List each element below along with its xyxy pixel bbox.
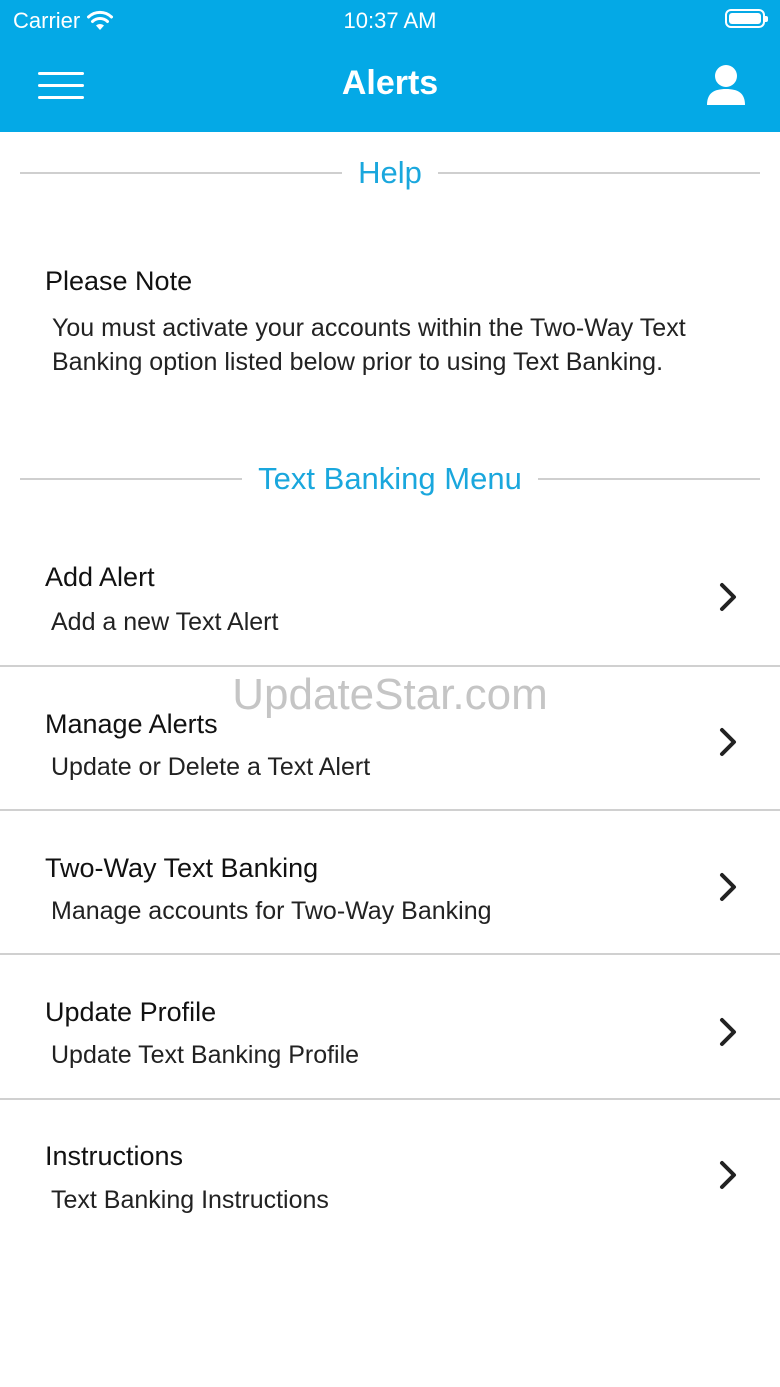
help-header-label: Help xyxy=(358,155,422,190)
menu-item-update-profile[interactable]: Update Profile Update Text Banking Profi… xyxy=(0,955,780,1100)
help-section-header: Help xyxy=(20,155,761,191)
divider xyxy=(537,478,760,480)
item-subtitle: Add a new Text Alert xyxy=(51,608,279,636)
item-subtitle: Manage accounts for Two-Way Banking xyxy=(51,897,492,925)
item-title: Add Alert xyxy=(45,562,155,592)
chevron-right-icon xyxy=(720,873,736,901)
status-bar: Carrier 10:37 AM xyxy=(0,0,780,42)
text-banking-menu: Add Alert Add a new Text Alert Manage Al… xyxy=(0,522,780,1245)
item-subtitle: Text Banking Instructions xyxy=(51,1186,329,1214)
menu-item-instructions[interactable]: Instructions Text Banking Instructions xyxy=(0,1100,780,1245)
divider xyxy=(20,172,343,174)
menu-item-add-alert[interactable]: Add Alert Add a new Text Alert xyxy=(0,522,780,667)
menu-item-two-way-text-banking[interactable]: Two-Way Text Banking Manage accounts for… xyxy=(0,811,780,955)
page-title: Alerts xyxy=(341,64,439,102)
chevron-right-icon xyxy=(720,1018,736,1046)
item-title: Manage Alerts xyxy=(45,709,218,739)
menu-section-header: Text Banking Menu xyxy=(20,461,760,497)
note-title: Please Note xyxy=(45,266,193,296)
item-title: Two-Way Text Banking xyxy=(45,853,319,883)
chevron-right-icon xyxy=(720,1161,736,1189)
status-time: 10:37 AM xyxy=(343,8,437,33)
top-bar: Carrier 10:37 AM Alerts xyxy=(0,0,780,132)
item-subtitle: Update Text Banking Profile xyxy=(51,1041,360,1069)
divider xyxy=(437,172,761,174)
menu-header-label: Text Banking Menu xyxy=(258,461,522,496)
menu-item-manage-alerts[interactable]: Manage Alerts Update or Delete a Text Al… xyxy=(0,667,780,811)
user-profile-icon[interactable] xyxy=(704,62,748,106)
item-title: Update Profile xyxy=(45,997,217,1027)
note-body: You must activate your accounts within t… xyxy=(52,314,686,376)
chevron-right-icon xyxy=(720,728,736,756)
chevron-right-icon xyxy=(720,583,736,611)
battery-icon xyxy=(725,9,768,28)
item-title: Instructions xyxy=(45,1141,184,1171)
item-subtitle: Update or Delete a Text Alert xyxy=(51,753,371,781)
divider xyxy=(20,478,243,480)
